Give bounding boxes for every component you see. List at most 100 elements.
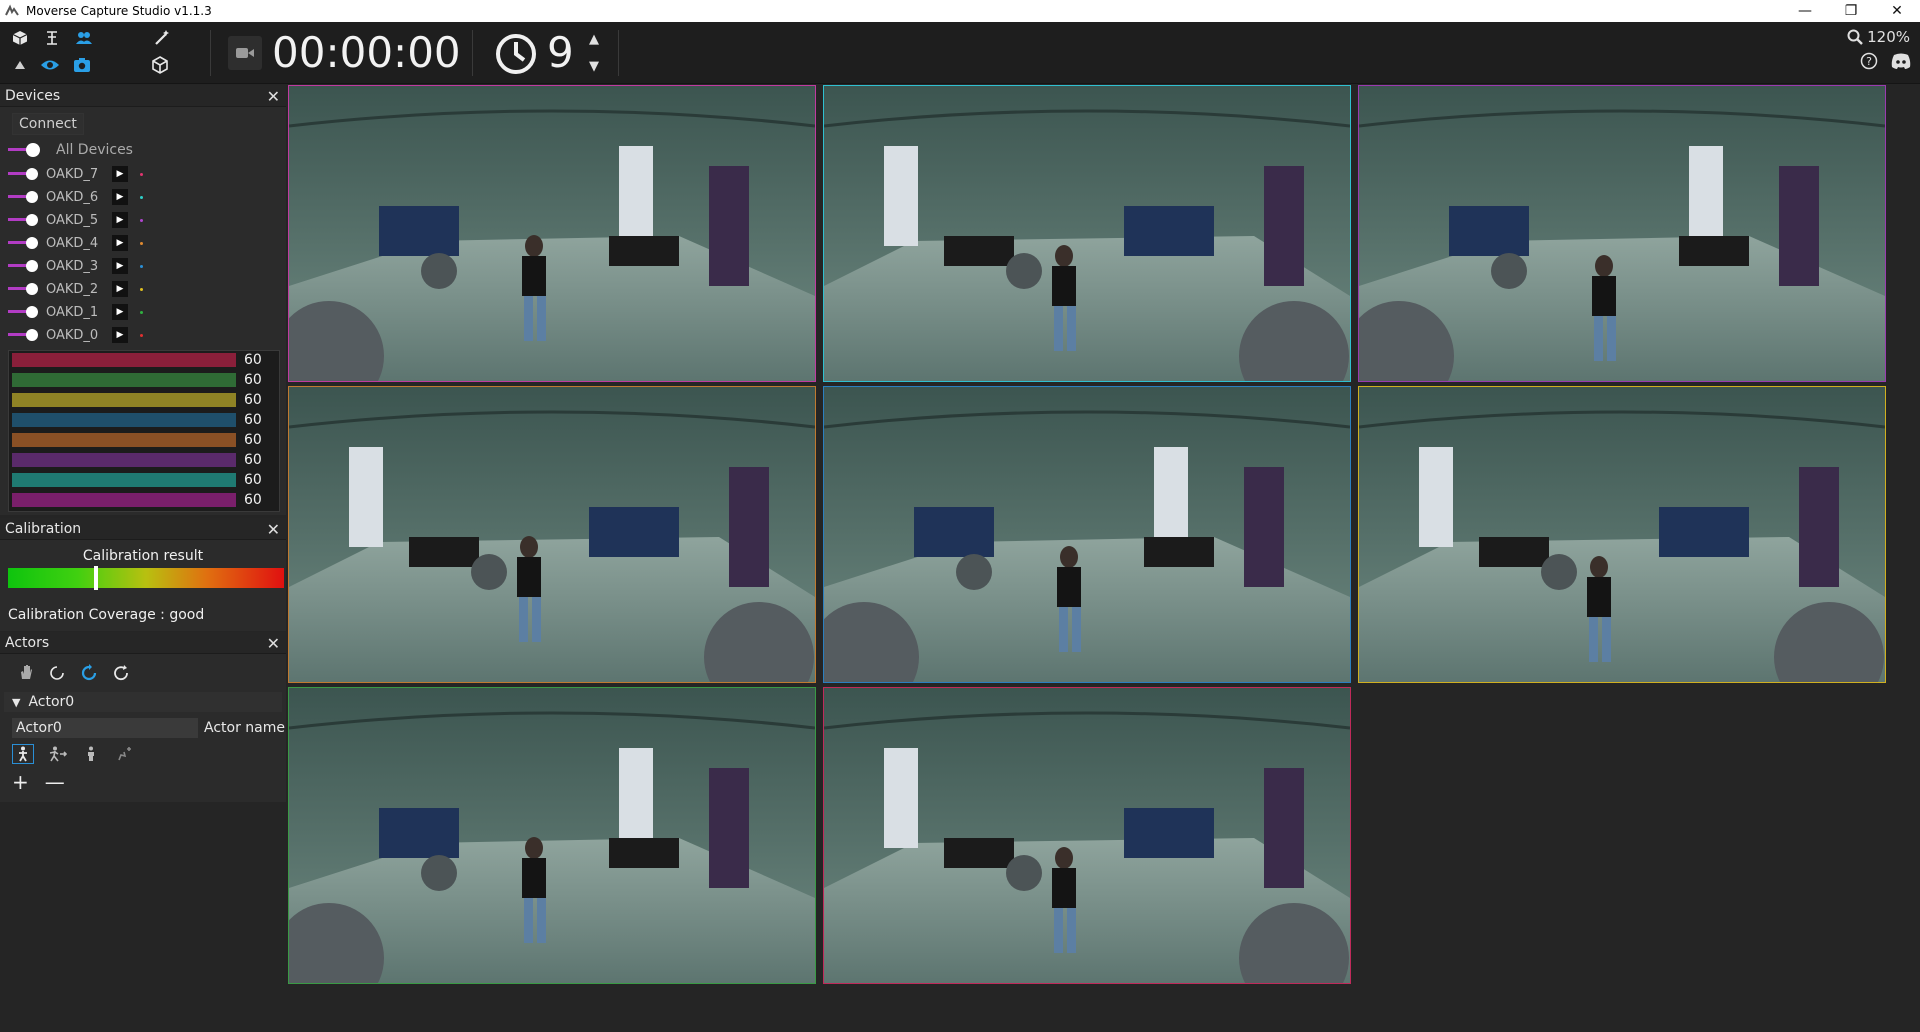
refresh-icon[interactable]	[112, 664, 130, 682]
camera-feed[interactable]	[288, 687, 816, 984]
play-icon[interactable]: ▶	[112, 235, 128, 251]
fps-bar	[12, 413, 236, 427]
camera-feed-image	[289, 688, 815, 983]
pose-walking-icon[interactable]	[46, 744, 68, 764]
device-toggle[interactable]	[8, 236, 40, 250]
device-name: OAKD_1	[46, 304, 99, 320]
pose-standing-icon[interactable]	[12, 744, 34, 764]
add-actor-button[interactable]: +	[12, 770, 29, 794]
increment-arrow-icon[interactable]: ▲	[589, 32, 599, 47]
device-toggle[interactable]	[8, 167, 40, 181]
device-row[interactable]: OAKD_5 ▶	[8, 211, 288, 229]
device-row[interactable]: OAKD_3 ▶	[8, 257, 288, 275]
camera-feed[interactable]	[1358, 85, 1886, 382]
decrement-arrow-icon[interactable]: ▼	[589, 59, 599, 74]
camera-feed-image	[289, 86, 815, 381]
search-icon	[1847, 29, 1863, 45]
camera-feed[interactable]	[823, 85, 1351, 382]
pose-add-icon[interactable]	[114, 744, 136, 764]
camera-feed[interactable]	[288, 85, 816, 382]
device-toggle[interactable]	[8, 305, 40, 319]
calibration-panel: Calibration ✕ Calibration result Calibra…	[0, 518, 286, 631]
device-color-dot	[140, 310, 143, 314]
calibration-close-icon[interactable]: ✕	[267, 520, 280, 539]
device-color-dot	[140, 218, 143, 222]
fps-row: 60	[12, 452, 262, 468]
actors-close-icon[interactable]: ✕	[267, 634, 280, 653]
device-toggle[interactable]	[8, 259, 40, 273]
device-toggle[interactable]	[8, 282, 40, 296]
actor-tree-item[interactable]: ▼ Actor0	[4, 692, 282, 712]
fps-bar	[12, 493, 236, 507]
cube-outline-icon[interactable]	[150, 55, 170, 75]
camera-feed[interactable]	[823, 386, 1351, 683]
rotate-icon[interactable]	[48, 664, 66, 682]
device-color-dot	[140, 333, 143, 337]
camera-feed-image	[824, 688, 1350, 983]
play-icon[interactable]: ▶	[112, 281, 128, 297]
device-name: OAKD_0	[46, 327, 99, 343]
discord-icon[interactable]	[1890, 52, 1912, 70]
actor-name-input[interactable]	[12, 718, 198, 738]
device-row[interactable]: OAKD_1 ▶	[8, 303, 288, 321]
device-toggle[interactable]	[8, 213, 40, 227]
device-row[interactable]: OAKD_0 ▶	[8, 326, 288, 344]
fps-row: 60	[12, 492, 262, 508]
camera-feed-image	[824, 86, 1350, 381]
all-devices-toggle[interactable]	[8, 143, 40, 157]
fps-row: 60	[12, 432, 262, 448]
eye-icon[interactable]	[40, 55, 60, 75]
play-icon[interactable]: ▶	[112, 327, 128, 343]
chevron-down-icon[interactable]: ▼	[12, 696, 20, 709]
timecode-display: 00:00:00	[272, 28, 461, 77]
play-icon[interactable]: ▶	[112, 212, 128, 228]
devices-close-icon[interactable]: ✕	[267, 87, 280, 106]
fps-value: 60	[244, 412, 262, 428]
fps-value: 60	[244, 352, 262, 368]
device-toggle[interactable]	[8, 328, 40, 342]
calibration-coverage-text: Calibration Coverage : good	[8, 607, 205, 623]
device-name: OAKD_5	[46, 212, 99, 228]
play-icon[interactable]: ▶	[112, 189, 128, 205]
camera-feed[interactable]	[823, 687, 1351, 984]
camera-icon[interactable]	[72, 55, 92, 75]
close-button[interactable]: ✕	[1874, 0, 1920, 22]
pose-person-icon[interactable]	[80, 744, 102, 764]
device-row[interactable]: OAKD_4 ▶	[8, 234, 288, 252]
play-icon[interactable]: ▶	[112, 304, 128, 320]
cube-icon[interactable]	[10, 28, 30, 48]
countdown-value: 9	[547, 28, 574, 77]
device-color-dot	[140, 287, 143, 291]
remove-actor-button[interactable]: —	[45, 770, 65, 794]
help-icon[interactable]: ?	[1860, 52, 1878, 70]
device-name: OAKD_2	[46, 281, 99, 297]
device-toggle[interactable]	[8, 190, 40, 204]
camera-feed-image	[289, 387, 815, 682]
device-row[interactable]: OAKD_6 ▶	[8, 188, 288, 206]
camera-feed[interactable]	[1358, 386, 1886, 683]
camera-feed[interactable]	[288, 386, 816, 683]
magic-wand-icon[interactable]	[152, 28, 172, 48]
play-icon[interactable]: ▶	[112, 166, 128, 182]
camera-feed-image	[1359, 387, 1885, 682]
title-bar: Moverse Capture Studio v1.1.3 — ❐ ✕	[0, 0, 1920, 22]
all-devices-row[interactable]: All Devices	[8, 141, 288, 159]
minimize-button[interactable]: —	[1782, 0, 1828, 22]
device-row[interactable]: OAKD_2 ▶	[8, 280, 288, 298]
hand-icon[interactable]	[18, 664, 34, 680]
record-button[interactable]	[228, 36, 262, 70]
fps-row: 60	[12, 412, 262, 428]
restore-button[interactable]: ❐	[1828, 0, 1874, 22]
calibration-panel-title: Calibration	[5, 520, 82, 537]
fps-row: 60	[12, 472, 262, 488]
fps-bar	[12, 393, 236, 407]
users-icon[interactable]	[74, 28, 94, 48]
connect-button[interactable]: Connect	[12, 113, 84, 135]
calibration-result-label: Calibration result	[82, 548, 204, 564]
zoom-control[interactable]: 120%	[1847, 28, 1910, 46]
skeleton-icon[interactable]	[42, 28, 62, 48]
device-row[interactable]: OAKD_7 ▶	[8, 165, 288, 183]
triangle-up-icon[interactable]	[10, 55, 30, 75]
play-icon[interactable]: ▶	[112, 258, 128, 274]
rotate-active-icon[interactable]	[80, 664, 98, 682]
